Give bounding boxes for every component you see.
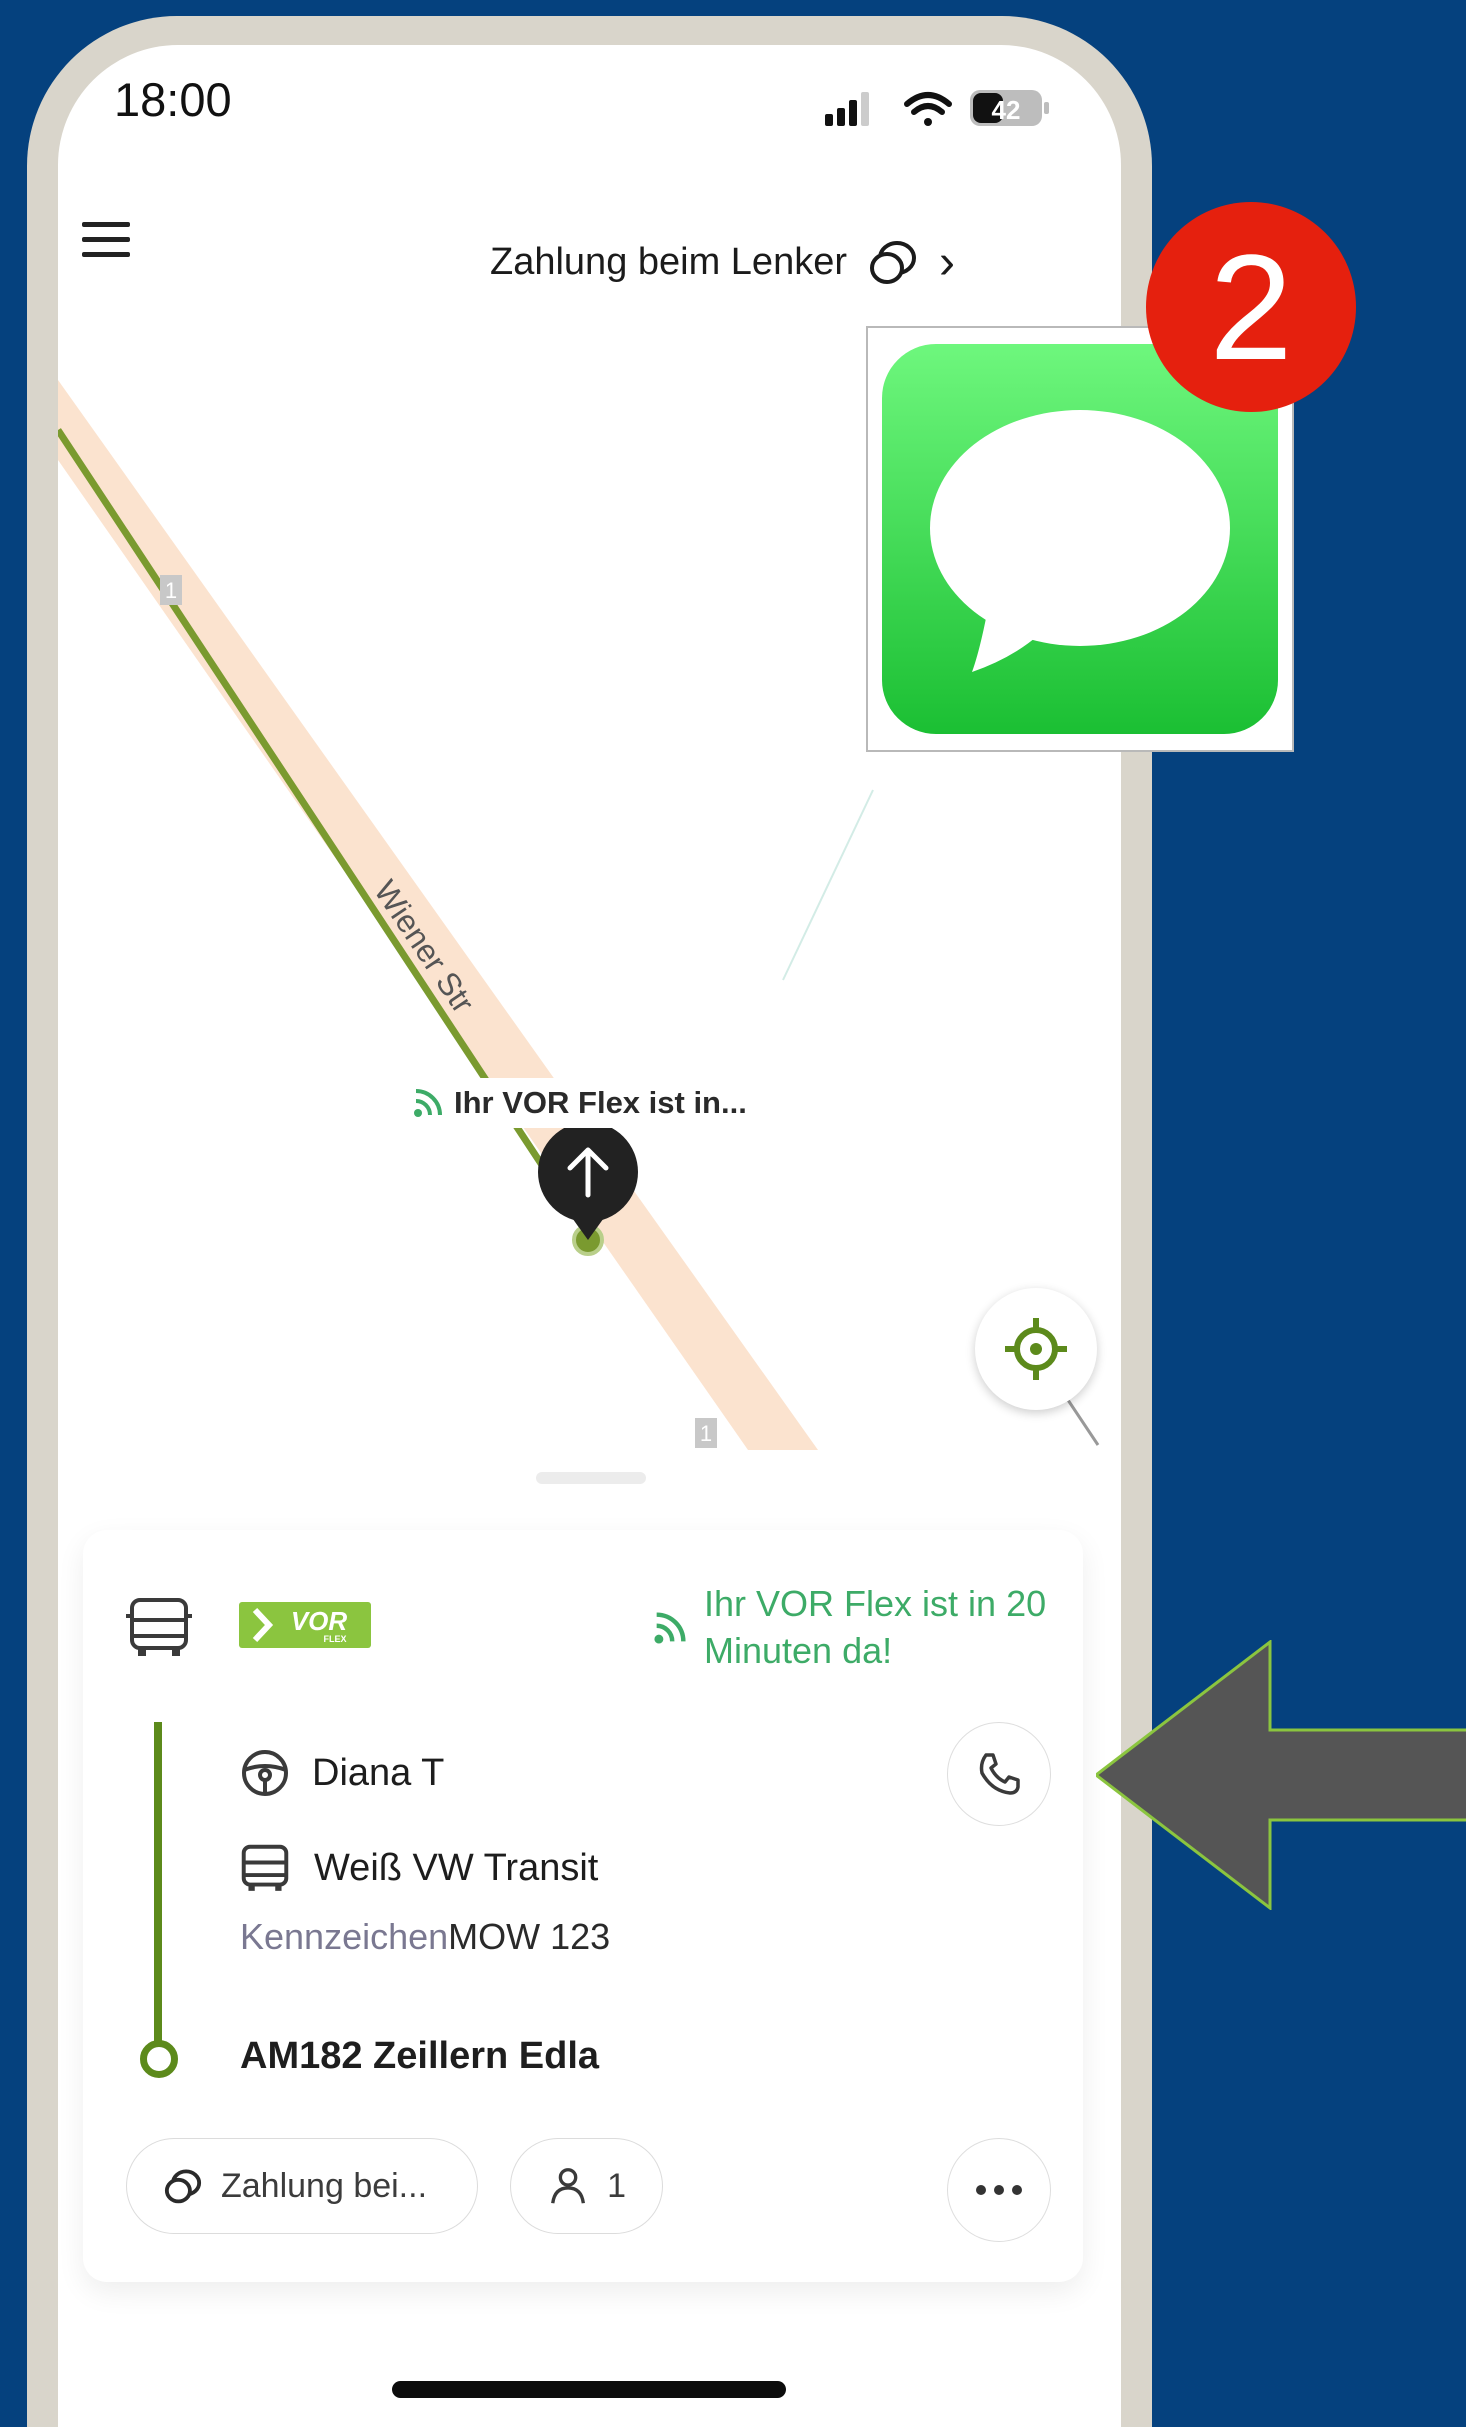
live-signal-icon [654, 1612, 686, 1644]
coins-icon [870, 241, 916, 284]
notification-badge: 2 [1146, 202, 1356, 412]
payment-method-label: Zahlung beim Lenker [490, 240, 847, 283]
van-icon [126, 1598, 192, 1656]
van-icon [241, 1844, 289, 1891]
route-timeline-line [154, 1722, 162, 2052]
wifi-icon [904, 92, 952, 126]
vor-flex-logo: VOR FLEX [239, 1602, 371, 1648]
destination-dot [140, 2040, 178, 2078]
destination-name: AM182 Zeillern Edla [240, 2035, 600, 2077]
route-badge-2: 1 [695, 1418, 717, 1448]
battery-icon: 42 [970, 90, 1049, 126]
eta-text: Ihr VOR Flex ist in 20 Minuten da! [704, 1583, 1047, 1671]
passenger-count-chip[interactable]: 1 [510, 2138, 663, 2234]
route-badge-1: 1 [160, 575, 182, 605]
chevron-right-icon: › [939, 235, 955, 289]
vehicle-eta-label: Ihr VOR Flex ist in... [400, 1078, 757, 1128]
driver-row: Diana T [240, 1748, 444, 1798]
more-options-button[interactable] [947, 2138, 1051, 2242]
phone-icon [979, 1753, 1020, 1795]
route-corridor [58, 380, 818, 1450]
passenger-count: 1 [607, 2166, 626, 2205]
svg-text:1: 1 [165, 578, 177, 603]
license-plate: KennzeichenMOW 123 [240, 1916, 610, 1958]
crosshair-icon [1005, 1318, 1067, 1380]
driver-name: Diana T [312, 1751, 445, 1794]
plate-value: MOW 123 [448, 1916, 611, 1957]
home-indicator[interactable] [392, 2381, 786, 2398]
live-signal-icon [414, 1089, 442, 1117]
status-icons: 42 [825, 90, 1049, 126]
menu-icon[interactable] [78, 218, 134, 262]
locate-me-button[interactable] [975, 1288, 1097, 1410]
vehicle-row: Weiß VW Transit [238, 1842, 598, 1894]
vehicle-description: Weiß VW Transit [314, 1846, 599, 1889]
payment-chip[interactable]: Zahlung bei... [126, 2138, 478, 2234]
cellular-icon [825, 92, 869, 126]
payment-chip-label: Zahlung bei... [221, 2166, 428, 2205]
battery-level: 42 [992, 95, 1021, 125]
status-time: 18:00 [114, 73, 232, 126]
sheet-drag-handle[interactable] [536, 1472, 646, 1484]
svg-text:FLEX: FLEX [323, 1634, 346, 1644]
call-driver-button[interactable] [947, 1722, 1051, 1826]
svg-text:VOR: VOR [291, 1606, 348, 1636]
person-icon [551, 2168, 586, 2204]
coins-icon [164, 2169, 202, 2204]
svg-text:1: 1 [700, 1421, 712, 1446]
more-dots-icon [976, 2185, 1022, 2195]
plate-label: Kennzeichen [240, 1916, 449, 1957]
pointer-arrow [1096, 1640, 1466, 1910]
eta-message: Ihr VOR Flex ist in 20 Minuten da! [650, 1580, 1084, 1674]
payment-method-selector[interactable]: Zahlung beim Lenker › [490, 232, 955, 292]
steering-wheel-icon [242, 1750, 288, 1796]
street-name: Wiener Str [367, 874, 482, 1020]
